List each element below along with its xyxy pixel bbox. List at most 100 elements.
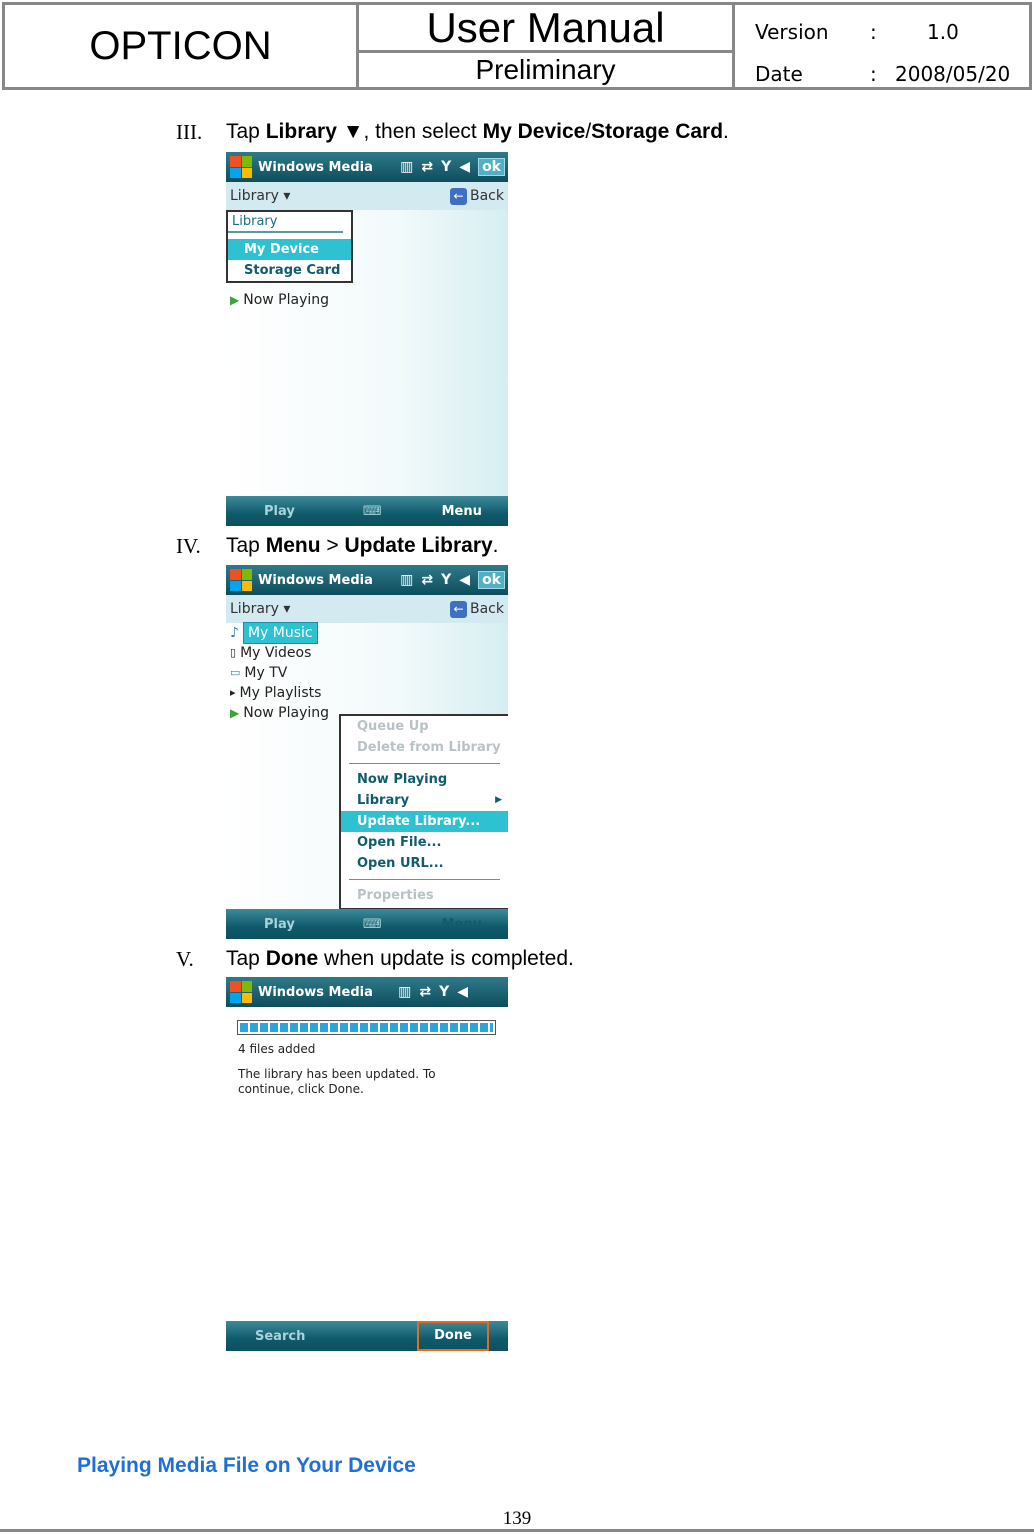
windows-logo-icon — [230, 569, 252, 591]
video-icon: ▯ — [230, 646, 237, 659]
step-5: V. Tap Done when update is completed. — [176, 947, 574, 972]
done-softkey[interactable]: Done — [417, 1321, 489, 1351]
back-arrow-icon: ← — [450, 600, 467, 618]
version-label: Version — [755, 20, 829, 44]
app-title: Windows Media — [258, 984, 373, 1000]
menu-item-properties: Properties — [357, 888, 434, 903]
progress-fill — [240, 1023, 493, 1032]
b: Done — [265, 947, 319, 970]
volume-icon: ◀ — [459, 572, 471, 588]
footer-rule — [0, 1529, 1034, 1532]
signal-icon: Y — [439, 984, 450, 1000]
sep: : — [870, 62, 877, 86]
play-softkey[interactable]: Play — [264, 917, 295, 932]
submenu-arrow-icon: ▶ — [495, 795, 502, 805]
company-name: OPTICON — [5, 5, 359, 87]
menu-popup: Queue Up Delete from Library Now Playing… — [339, 714, 508, 910]
t: when update is completed. — [318, 947, 574, 970]
menu-item-library[interactable]: Library ▶ — [341, 790, 508, 811]
list-item-my-videos[interactable]: ▯ My Videos — [226, 643, 508, 663]
t: Tap — [226, 947, 266, 970]
sync-icon: ⇄ — [419, 984, 432, 1000]
search-softkey[interactable]: Search — [255, 1329, 305, 1344]
back-button[interactable]: ← Back — [450, 187, 504, 205]
play-icon: ▶ — [230, 293, 240, 307]
step-4: IV. Tap Menu > Update Library. — [176, 534, 499, 559]
label: My Playlists — [239, 685, 322, 701]
step-number: V. — [176, 947, 194, 971]
volume-icon: ◀ — [459, 159, 471, 175]
b: Storage Card — [591, 120, 724, 143]
label: Now Playing — [243, 705, 330, 721]
app-title: Windows Media — [258, 572, 373, 588]
title-bar: Windows Media ▥ ⇄ Y ◀ — [226, 977, 508, 1007]
menu-item-open-file[interactable]: Open File... — [341, 832, 508, 853]
ok-button[interactable]: ok — [478, 571, 505, 589]
b: Update Library — [344, 534, 493, 557]
label: My Music — [242, 622, 318, 644]
screenshot-library-menu: Windows Media ▥ ⇄ Y ◀ ok Library ▾ ← Back Libra… — [226, 152, 508, 526]
windows-logo-icon — [230, 981, 252, 1003]
screenshot-update-complete: Windows Media ▥ ⇄ Y ◀ 4 files added The libr… — [226, 977, 508, 1351]
signal-icon: Y — [441, 159, 452, 175]
list-item-my-tv[interactable]: ▭ My TV — [226, 663, 508, 683]
menu-item-update-library[interactable]: Update Library... — [341, 811, 508, 832]
signal-icon: Y — [441, 572, 452, 588]
menu-item-storage-card[interactable]: Storage Card — [228, 260, 351, 281]
sync-icon: ⇄ — [421, 572, 434, 588]
t: , then select — [363, 120, 483, 143]
label: My Videos — [240, 645, 312, 661]
library-dropdown[interactable]: Library ▾ — [230, 188, 290, 204]
menu-item-open-url[interactable]: Open URL... — [341, 853, 508, 874]
menu-item-now-playing[interactable]: Now Playing — [341, 769, 508, 790]
barcode-icon: ▥ — [400, 572, 414, 588]
menu-softkey[interactable]: Menu — [442, 504, 482, 519]
app-title: Windows Media — [258, 159, 373, 175]
list-item-my-music[interactable]: ♪ My Music — [226, 622, 508, 644]
label: My TV — [244, 665, 288, 681]
t: > — [320, 534, 345, 557]
title-bar: Windows Media ▥ ⇄ Y ◀ ok — [226, 565, 508, 595]
step-3: III. Tap Library ▼, then select My Device… — [176, 120, 729, 145]
b: Menu — [265, 534, 321, 557]
label: Now Playing — [243, 292, 330, 308]
sep: : — [870, 20, 877, 44]
back-label: Back — [470, 188, 504, 204]
divider — [349, 763, 500, 764]
files-added-text: 4 files added — [238, 1042, 316, 1056]
step-number: IV. — [176, 534, 201, 558]
back-button[interactable]: ← Back — [450, 600, 504, 618]
screenshot-update-library: Windows Media ▥ ⇄ Y ◀ ok Library ▾ ← Back ♪ My M… — [226, 565, 508, 939]
volume-icon: ◀ — [457, 984, 468, 1000]
label: Library — [357, 793, 410, 808]
keyboard-icon[interactable]: ⌨ — [363, 504, 382, 519]
step-number: III. — [176, 120, 203, 144]
menu-item-my-device[interactable]: My Device — [228, 239, 351, 260]
ok-button[interactable]: ok — [478, 158, 505, 176]
now-playing-item[interactable]: ▶ Now Playing — [226, 290, 329, 310]
barcode-icon: ▥ — [398, 984, 412, 1000]
tv-icon: ▭ — [230, 666, 241, 679]
playlist-icon: ▸ — [230, 686, 236, 699]
back-label: Back — [470, 601, 504, 617]
sync-icon: ⇄ — [421, 159, 434, 175]
library-dropdown[interactable]: Library ▾ — [230, 601, 290, 617]
barcode-icon: ▥ — [400, 159, 414, 175]
windows-logo-icon — [230, 156, 252, 178]
document-header: OPTICON User Manual Preliminary Version: 1… — [2, 2, 1032, 90]
doc-status: Preliminary — [475, 54, 616, 85]
menu-softkey[interactable]: Menu — [442, 917, 482, 932]
keyboard-icon[interactable]: ⌨ — [363, 917, 382, 932]
play-softkey[interactable]: Play — [264, 504, 295, 519]
play-icon: ▶ — [230, 706, 240, 720]
t: Tap — [226, 534, 266, 557]
b: Library ▼ — [265, 120, 364, 143]
library-popup: Library My Device Storage Card — [226, 210, 353, 283]
popup-header: Library — [228, 212, 343, 233]
list-item-my-playlists[interactable]: ▸ My Playlists — [226, 683, 508, 703]
t: . — [492, 534, 499, 557]
music-icon: ♪ — [230, 625, 239, 641]
title-bar: Windows Media ▥ ⇄ Y ◀ ok — [226, 152, 508, 182]
back-arrow-icon: ← — [450, 187, 467, 205]
menu-item-queue-up: Queue Up — [357, 719, 429, 734]
